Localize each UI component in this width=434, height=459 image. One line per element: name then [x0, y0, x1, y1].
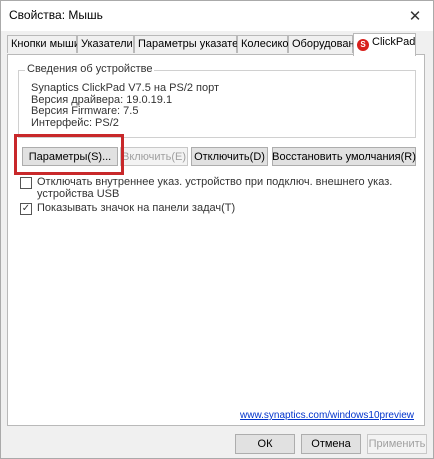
device-name: Synaptics ClickPad V7.5 на PS/2 порт: [31, 82, 220, 94]
synaptics-logo-icon: S: [357, 39, 369, 51]
disable-internal-label: Отключать внутреннее указ. устройство пр…: [37, 176, 393, 200]
tab-strip: Кнопки мыши Указатели Параметры указател…: [7, 33, 425, 56]
show-tray-icon-label: Показывать значок на панели задач(T): [37, 202, 236, 214]
apply-button[interactable]: Применить: [367, 434, 427, 454]
tab-pointer-options[interactable]: Параметры указателя: [134, 35, 250, 53]
tab-wheel[interactable]: Колесико: [237, 35, 289, 53]
enable-button[interactable]: Включить(E): [120, 147, 188, 166]
device-info-text: Synaptics ClickPad V7.5 на PS/2 порт Вер…: [31, 82, 220, 129]
show-tray-icon-checkbox[interactable]: ✓: [20, 203, 32, 215]
restore-defaults-button[interactable]: Восстановить умолчания(R): [272, 147, 416, 166]
tab-clickpad[interactable]: S ClickPad: [353, 33, 416, 56]
group-title: Сведения об устройстве: [25, 63, 155, 75]
device-info-group: Сведения об устройстве Synaptics ClickPa…: [18, 63, 416, 138]
clickpad-panel: Сведения об устройстве Synaptics ClickPa…: [7, 54, 425, 426]
highlight-box: [14, 134, 124, 175]
tab-pointers[interactable]: Указатели: [77, 35, 134, 53]
disable-internal-checkbox-row[interactable]: Отключать внутреннее указ. устройство пр…: [20, 176, 392, 200]
close-icon: ✕: [408, 8, 422, 25]
show-tray-icon-checkbox-row[interactable]: ✓ Показывать значок на панели задач(T): [20, 202, 235, 215]
title-bar: Свойства: Мышь ✕: [1, 1, 433, 31]
disable-internal-checkbox[interactable]: [20, 177, 32, 189]
synaptics-link[interactable]: www.synaptics.com/windows10preview: [240, 410, 414, 421]
window-title: Свойства: Мышь: [9, 8, 103, 22]
mouse-properties-window: Свойства: Мышь ✕ Кнопки мыши Указатели П…: [0, 0, 434, 459]
tab-hardware[interactable]: Оборудование: [288, 35, 367, 53]
disable-button[interactable]: Отключить(D): [191, 147, 268, 166]
tab-mouse-buttons[interactable]: Кнопки мыши: [7, 35, 80, 53]
ok-button[interactable]: ОК: [235, 434, 295, 454]
firmware-version: Версия Firmware: 7.5: [31, 105, 139, 117]
interface: Интерфейс: PS/2: [31, 116, 119, 129]
cancel-button[interactable]: Отмена: [301, 434, 361, 454]
close-button[interactable]: ✕: [403, 5, 427, 27]
